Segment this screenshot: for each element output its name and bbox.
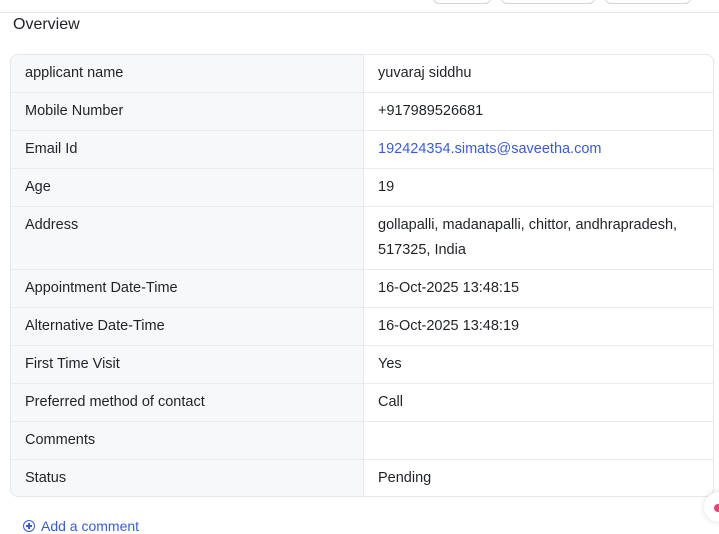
row-value: gollapalli, madanapalli, chittor, andhra… <box>378 217 678 258</box>
table-row: applicant name yuvaraj siddhu <box>11 55 713 93</box>
row-value: 16-Oct-2025 13:48:19 <box>378 318 520 334</box>
row-value: 16-Oct-2025 13:48:15 <box>378 280 520 296</box>
table-row: Comments <box>11 422 713 460</box>
table-row: Preferred method of contact Call <box>11 384 713 422</box>
add-comment-link[interactable]: Add a comment <box>23 518 139 534</box>
toolbar-button-1[interactable] <box>433 0 491 4</box>
table-row: First Time Visit Yes <box>11 346 713 384</box>
row-label: Preferred method of contact <box>11 384 364 421</box>
row-label: Appointment Date-Time <box>11 270 364 307</box>
row-label: applicant name <box>11 55 364 92</box>
row-value: yuvaraj siddhu <box>378 65 472 81</box>
row-label: First Time Visit <box>11 346 364 383</box>
row-label: Mobile Number <box>11 93 364 130</box>
table-row: Email Id 192424354.simats@saveetha.com <box>11 131 713 169</box>
row-label: Email Id <box>11 131 364 168</box>
email-link[interactable]: 192424354.simats@saveetha.com <box>378 141 602 157</box>
row-label: Age <box>11 169 364 206</box>
table-row: Address gollapalli, madanapalli, chittor… <box>11 207 713 270</box>
row-label: Alternative Date-Time <box>11 308 364 345</box>
table-row: Alternative Date-Time 16-Oct-2025 13:48:… <box>11 308 713 346</box>
row-value-cell: 192424354.simats@saveetha.com <box>364 131 713 168</box>
row-label: Comments <box>11 422 364 459</box>
plus-circle-icon <box>23 520 35 532</box>
details-table: applicant name yuvaraj siddhu Mobile Num… <box>10 54 714 497</box>
row-label: Status <box>11 460 364 496</box>
chat-icon <box>714 504 719 512</box>
toolbar-button-3[interactable] <box>605 0 691 4</box>
row-value: +917989526681 <box>378 103 484 119</box>
table-row: Status Pending <box>11 460 713 496</box>
section-title: Overview <box>13 16 80 33</box>
row-value <box>364 422 713 459</box>
row-value: Call <box>378 394 403 410</box>
table-row: Mobile Number +917989526681 <box>11 93 713 131</box>
top-toolbar <box>0 0 719 13</box>
table-row: Appointment Date-Time 16-Oct-2025 13:48:… <box>11 270 713 308</box>
row-label: Address <box>11 207 364 269</box>
row-value: Yes <box>378 356 402 372</box>
add-comment-label: Add a comment <box>41 518 140 534</box>
table-row: Age 19 <box>11 169 713 207</box>
row-value: 19 <box>378 179 395 195</box>
toolbar-button-2[interactable] <box>501 0 595 4</box>
row-value: Pending <box>378 470 432 486</box>
